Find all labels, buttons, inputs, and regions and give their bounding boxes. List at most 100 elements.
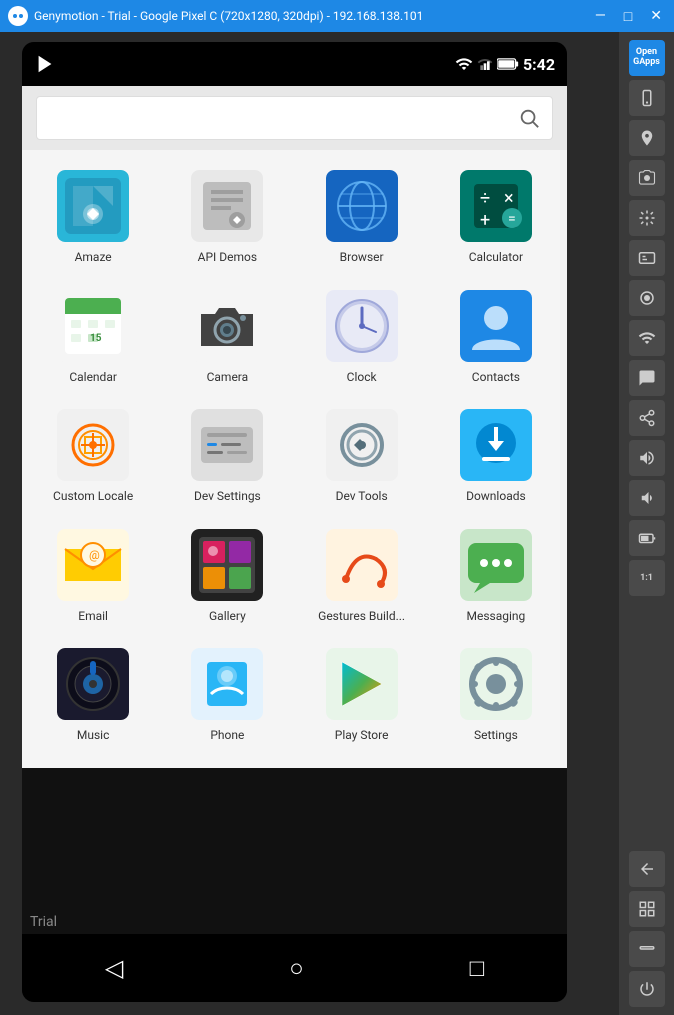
app-item-settings[interactable]: Settings [429,638,563,758]
resolution-panel-button[interactable]: 1:1 [629,560,665,596]
app-label-contacts: Contacts [472,370,520,386]
svg-text:×: × [504,188,514,209]
app-item-camera[interactable]: Camera [160,280,294,400]
app-icon-amaze [57,170,129,242]
signal-icon [477,56,493,72]
gps-panel-button[interactable] [629,120,665,156]
sms-panel-button[interactable] [629,360,665,396]
app-item-clock[interactable]: Clock [295,280,429,400]
id-panel-button[interactable] [629,240,665,276]
home-button[interactable]: ○ [279,944,314,993]
search-icon [518,107,540,129]
status-bar: 5:42 [22,42,567,86]
app-item-browser[interactable]: Browser [295,160,429,280]
svg-text:@: @ [89,548,100,562]
app-icon-gestures [326,529,398,601]
app-icon-messaging [460,529,532,601]
app-item-dev-settings[interactable]: Dev Settings [160,399,294,519]
app-icon-email: @ [57,529,129,601]
window-logo [8,6,28,26]
search-bar[interactable] [36,96,553,140]
back-nav-button[interactable] [629,851,665,887]
app-item-email[interactable]: @ Email [26,519,160,639]
app-label-phone: Phone [210,728,244,744]
app-grid-scroll[interactable]: Amaze API Demos Browser ÷ × + = Calculat… [22,150,567,1002]
camera-panel-button[interactable] [629,160,665,196]
app-item-custom-locale[interactable]: Custom Locale [26,399,160,519]
home-nav-button[interactable] [629,931,665,967]
app-label-clock: Clock [347,370,377,386]
app-icon-downloads [460,409,532,481]
app-icon-dev-settings [191,409,263,481]
app-label-gallery: Gallery [209,609,246,625]
controls-panel-button[interactable] [629,200,665,236]
app-icon-custom-locale [57,409,129,481]
app-icon-calculator: ÷ × + = [460,170,532,242]
battery-panel-button[interactable] [629,520,665,556]
svg-text:+: + [480,210,490,231]
app-item-amaze[interactable]: Amaze [26,160,160,280]
app-icon-clock [326,290,398,362]
window-titlebar: Genymotion - Trial - Google Pixel C (720… [0,0,674,32]
app-item-messaging[interactable]: Messaging [429,519,563,639]
app-item-downloads[interactable]: Downloads [429,399,563,519]
app-icon-settings [460,648,532,720]
side-panel: OpenGApps [619,32,674,1015]
app-label-calendar: Calendar [69,370,117,386]
device-panel-button[interactable] [629,80,665,116]
recent-nav-button[interactable] [629,891,665,927]
recent-button[interactable]: □ [460,944,495,993]
close-button[interactable]: ✕ [646,6,666,27]
network-panel-button[interactable] [629,320,665,356]
app-item-phone[interactable]: Phone [160,638,294,758]
share-panel-button[interactable] [629,400,665,436]
app-icon-browser [326,170,398,242]
app-item-contacts[interactable]: Contacts [429,280,563,400]
status-right: 5:42 [455,55,555,74]
app-item-calculator[interactable]: ÷ × + = Calculator [429,160,563,280]
app-label-email: Email [78,609,108,625]
app-label-messaging: Messaging [466,609,525,625]
app-icon-dev-tools [326,409,398,481]
maximize-button[interactable]: □ [620,6,636,27]
power-button[interactable] [629,971,665,1007]
app-grid: Amaze API Demos Browser ÷ × + = Calculat… [22,150,567,768]
nav-bar: ◁ ○ □ [22,934,567,1002]
app-item-api-demos[interactable]: API Demos [160,160,294,280]
app-icon-gallery [191,529,263,601]
svg-text:÷: ÷ [480,188,490,209]
open-gapps-button[interactable]: OpenGApps [629,40,665,76]
app-icon-api-demos [191,170,263,242]
volume-down-panel-button[interactable] [629,480,665,516]
app-item-gestures[interactable]: Gestures Build... [295,519,429,639]
status-left [34,53,56,75]
app-item-dev-tools[interactable]: Dev Tools [295,399,429,519]
back-button[interactable]: ◁ [95,944,133,992]
app-label-dev-tools: Dev Tools [336,489,388,505]
svg-text:=: = [508,211,516,227]
volume-up-panel-button[interactable] [629,440,665,476]
trial-watermark: Trial [22,910,65,934]
app-icon-camera [191,290,263,362]
app-item-calendar[interactable]: 15 Calendar [26,280,160,400]
app-label-music: Music [77,728,109,744]
android-device: 5:42 Amaze [22,42,567,1002]
app-item-gallery[interactable]: Gallery [160,519,294,639]
minimize-button[interactable]: — [591,6,610,27]
play-icon [34,53,56,75]
app-label-gestures: Gestures Build... [318,609,405,625]
app-label-api-demos: API Demos [198,250,257,266]
window-controls: — □ ✕ [591,6,666,27]
app-label-browser: Browser [340,250,384,266]
app-icon-phone [191,648,263,720]
status-time: 5:42 [523,55,555,74]
app-label-camera: Camera [207,370,249,386]
svg-text:15: 15 [90,333,102,344]
record-panel-button[interactable] [629,280,665,316]
app-item-play-store[interactable]: Play Store [295,638,429,758]
emulator-container: 5:42 Amaze [0,32,674,1015]
app-label-amaze: Amaze [75,250,112,266]
app-item-music[interactable]: Music [26,638,160,758]
wifi-icon [455,55,473,73]
app-label-custom-locale: Custom Locale [53,489,133,505]
